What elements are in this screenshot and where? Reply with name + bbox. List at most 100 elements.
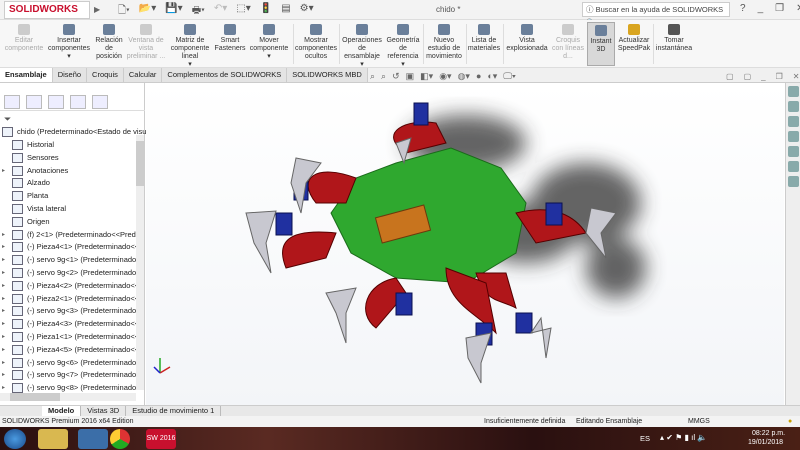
custom-properties-icon[interactable] <box>788 161 799 172</box>
open-icon[interactable]: 📂▾ <box>139 3 156 20</box>
tray-icons[interactable]: ▴ ✔ ⚑ ▮ ıl 🔈 <box>660 433 707 442</box>
start-button[interactable] <box>4 429 26 449</box>
expand-arrow-icon[interactable]: ▸ <box>2 344 12 356</box>
assembly-features-button[interactable]: Operaciones de ensamblaje ▾ <box>341 24 383 69</box>
tree-item[interactable]: ▸ (-) servo 9g<7> (Predeterminado< <box>2 369 141 381</box>
tab-complementos[interactable]: Complementos de SOLIDWORKS <box>162 68 288 82</box>
tree-item[interactable]: Historial <box>2 139 54 151</box>
tree-item[interactable]: ▸ (-) Pieza4<2> (Predeterminado<<P <box>2 280 144 292</box>
previous-view-icon[interactable]: ↺ <box>392 71 400 82</box>
expand-arrow-icon[interactable]: ▸ <box>2 254 12 266</box>
instant-3d-button[interactable]: Instant 3D <box>587 22 615 66</box>
new-motion-study-button[interactable]: Nuevo estudio de movimiento <box>424 24 464 61</box>
new-document-icon[interactable]: 🗋▾ <box>118 3 130 20</box>
undo-icon[interactable]: ↶▾ <box>214 3 227 20</box>
explode-line-sketch-button[interactable]: Croquis con líneas d... <box>551 24 585 61</box>
edit-component-button[interactable]: Editar componente <box>2 24 46 53</box>
view-orientation-icon[interactable]: ◧▾ <box>420 71 433 82</box>
close-button[interactable]: ✕ <box>796 3 800 14</box>
tree-item[interactable]: ▸ (f) 2<1> (Predeterminado<<Prede <box>2 229 140 241</box>
tree-item[interactable]: ▸ (-) servo 9g<6> (Predeterminado< <box>2 357 141 369</box>
linear-pattern-button[interactable]: Matriz de componente lineal ▾ <box>168 24 212 69</box>
expand-arrow-icon[interactable]: ▸ <box>2 318 12 330</box>
expand-arrow-icon[interactable]: ▸ <box>2 241 12 253</box>
section-view-icon[interactable]: ▣ <box>406 71 415 82</box>
media-player-taskbar-icon[interactable] <box>78 429 108 449</box>
tab-calcular[interactable]: Calcular <box>123 68 163 82</box>
tree-item[interactable]: ▸ Anotaciones <box>2 165 68 177</box>
resources-icon[interactable] <box>788 86 799 97</box>
tree-item[interactable]: Vista lateral <box>2 203 66 215</box>
reference-geometry-button[interactable]: Geometría de referencia ▾ <box>384 24 422 69</box>
expand-arrow-icon[interactable]: ▸ <box>2 267 12 279</box>
expand-arrow-icon[interactable]: ▸ <box>2 357 12 369</box>
options-gear-icon[interactable]: ⚙▾ <box>300 3 314 20</box>
solidworks-taskbar-icon[interactable]: SW 2016 <box>146 429 176 449</box>
print-icon[interactable]: 🖶▾ <box>192 3 205 20</box>
tab-motion-study[interactable]: Estudio de movimiento 1 <box>126 406 222 416</box>
help-button[interactable]: ? <box>740 3 746 14</box>
feature-manager-tab-icon[interactable] <box>4 95 20 109</box>
tree-horizontal-scrollbar[interactable] <box>0 393 136 401</box>
viewport-tile-icon[interactable]: ▢ <box>726 72 734 81</box>
insert-components-button[interactable]: Insertar componentes ▾ <box>46 24 92 61</box>
view-settings-icon[interactable]: 🖵▾ <box>503 71 515 82</box>
tree-item[interactable]: Origen <box>2 216 50 228</box>
exploded-view-button[interactable]: Vista explosionada <box>505 24 549 53</box>
update-speedpak-button[interactable]: Actualizar SpeedPak <box>617 24 651 53</box>
take-snapshot-button[interactable]: Tomar instantánea <box>655 24 693 53</box>
view-palette-icon[interactable] <box>788 131 799 142</box>
clock-date[interactable]: 19/01/2018 <box>748 439 783 446</box>
help-search-input[interactable]: ⓘ Buscar en la ayuda de SOLIDWORKS 🔍▾ <box>582 2 730 27</box>
design-library-icon[interactable] <box>788 101 799 112</box>
expand-arrow-icon[interactable]: ▸ <box>2 229 12 241</box>
minimize-button[interactable]: _ <box>758 3 764 14</box>
move-component-button[interactable]: Mover componente ▾ <box>248 24 290 61</box>
tree-root[interactable]: chido (Predeterminado<Estado de visu <box>2 126 146 138</box>
tree-item[interactable]: ▸ (-) Pieza4<1> (Predeterminado<<P <box>2 241 144 253</box>
solidworks-logo[interactable]: SOLIDWORKS <box>4 1 90 19</box>
menu-expand-icon[interactable]: ▶ <box>94 5 100 14</box>
viewport-restore-icon[interactable]: ❐ <box>776 72 783 81</box>
hide-show-icon[interactable]: ◍▾ <box>458 71 470 82</box>
scene-icon[interactable]: ◐▾ <box>487 71 497 82</box>
tab-diseno[interactable]: Diseño <box>52 68 88 82</box>
mate-button[interactable]: Relación de posición <box>93 24 125 61</box>
file-properties-icon[interactable]: ▤ <box>281 3 290 20</box>
zoom-area-icon[interactable]: ⌕ <box>381 71 386 82</box>
graphics-area[interactable] <box>146 83 784 405</box>
dimxpert-tab-icon[interactable] <box>70 95 86 109</box>
file-explorer-taskbar-icon[interactable] <box>38 429 68 449</box>
tab-croquis[interactable]: Croquis <box>87 68 124 82</box>
property-manager-tab-icon[interactable] <box>26 95 42 109</box>
configuration-manager-tab-icon[interactable] <box>48 95 64 109</box>
tab-modelo[interactable]: Modelo <box>42 406 82 416</box>
file-explorer-icon[interactable] <box>788 116 799 127</box>
viewport-close-icon[interactable]: ✕ <box>793 72 800 81</box>
zoom-to-fit-icon[interactable]: ⌕ <box>370 71 375 82</box>
units-selector[interactable]: MMGS <box>688 416 710 427</box>
save-icon[interactable]: 💾▾ <box>165 3 182 20</box>
expand-arrow-icon[interactable]: ▸ <box>2 280 12 292</box>
viewport-split-icon[interactable]: ▢ <box>744 72 752 81</box>
hexapod-robot-model[interactable] <box>146 83 784 405</box>
display-manager-tab-icon[interactable] <box>92 95 108 109</box>
rebuild-status-icon[interactable]: ● <box>788 416 792 427</box>
bill-of-materials-button[interactable]: Lista de materiales <box>467 24 501 53</box>
tree-item[interactable]: Alzado <box>2 177 50 189</box>
select-icon[interactable]: ⬚▾ <box>236 3 250 20</box>
tree-item[interactable]: Sensores <box>2 152 59 164</box>
expand-arrow-icon[interactable]: ▸ <box>2 331 12 343</box>
show-hidden-components-button[interactable]: Mostrar componentes ocultos <box>295 24 337 61</box>
expand-arrow-icon[interactable]: ▸ <box>2 305 12 317</box>
solidworks-forum-icon[interactable] <box>788 176 799 187</box>
filter-icon[interactable]: ⏷ <box>4 114 11 125</box>
chrome-taskbar-icon[interactable] <box>110 429 130 449</box>
tree-item[interactable]: ▸ (-) servo 9g<2> (Predeterminado< <box>2 267 141 279</box>
tab-ensamblaje[interactable]: Ensamblaje <box>0 68 53 82</box>
expand-arrow-icon[interactable]: ▸ <box>2 165 12 177</box>
tree-item[interactable]: ▸ (-) Pieza4<5> (Predeterminado<<P <box>2 344 144 356</box>
rebuild-icon[interactable]: 🚦 <box>260 3 272 20</box>
tree-item[interactable]: Planta <box>2 190 48 202</box>
tree-vertical-scrollbar[interactable] <box>136 135 144 390</box>
